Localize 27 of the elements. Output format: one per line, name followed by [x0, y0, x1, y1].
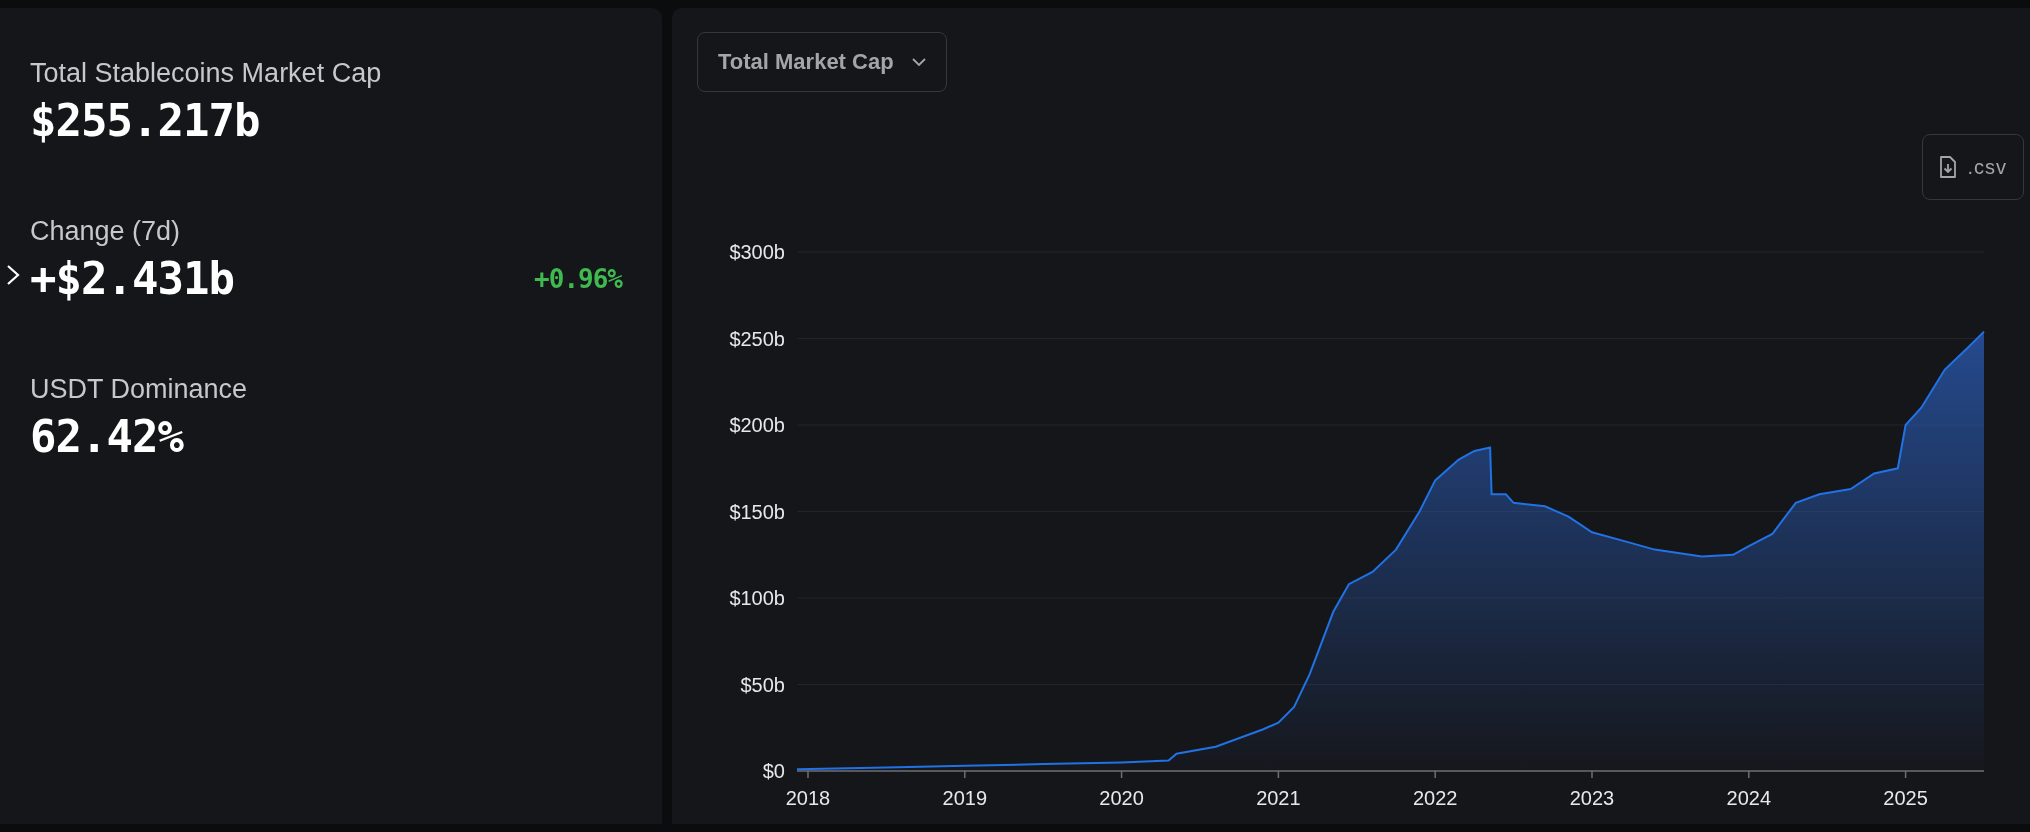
stat-label: Total Stablecoins Market Cap	[30, 58, 382, 89]
y-axis-label: $300b	[729, 241, 785, 263]
file-download-icon	[1939, 156, 1958, 178]
chevron-right-icon[interactable]	[6, 264, 20, 286]
y-axis-label: $100b	[729, 587, 785, 609]
y-axis-label: $200b	[729, 414, 785, 436]
stat-label: Change (7d)	[30, 216, 181, 247]
stat-value: $255.217b	[30, 95, 260, 146]
x-axis-label: 2025	[1883, 787, 1928, 809]
x-axis-label: 2023	[1569, 787, 1615, 809]
chevron-down-icon	[911, 57, 926, 67]
stat-value: 62.42%	[30, 411, 183, 462]
stat-value: +$2.431b	[30, 253, 234, 304]
y-axis-label: $250b	[729, 327, 785, 350]
x-axis-label: 2018	[785, 787, 831, 809]
y-axis-label: $150b	[729, 500, 785, 523]
x-axis-label: 2021	[1256, 787, 1301, 809]
x-axis-label: 2020	[1099, 787, 1144, 809]
y-axis-label: $0	[762, 760, 785, 782]
change-percent: +0.96%	[534, 263, 622, 294]
y-axis-label: $50b	[740, 673, 785, 696]
csv-download-button[interactable]: .csv	[1922, 134, 2024, 200]
metric-dropdown[interactable]: Total Market Cap	[697, 32, 947, 92]
stat-label: USDT Dominance	[30, 374, 248, 405]
x-axis-label: 2022	[1412, 787, 1458, 809]
x-axis-label: 2024	[1726, 787, 1772, 809]
x-axis-label: 2019	[942, 787, 988, 809]
